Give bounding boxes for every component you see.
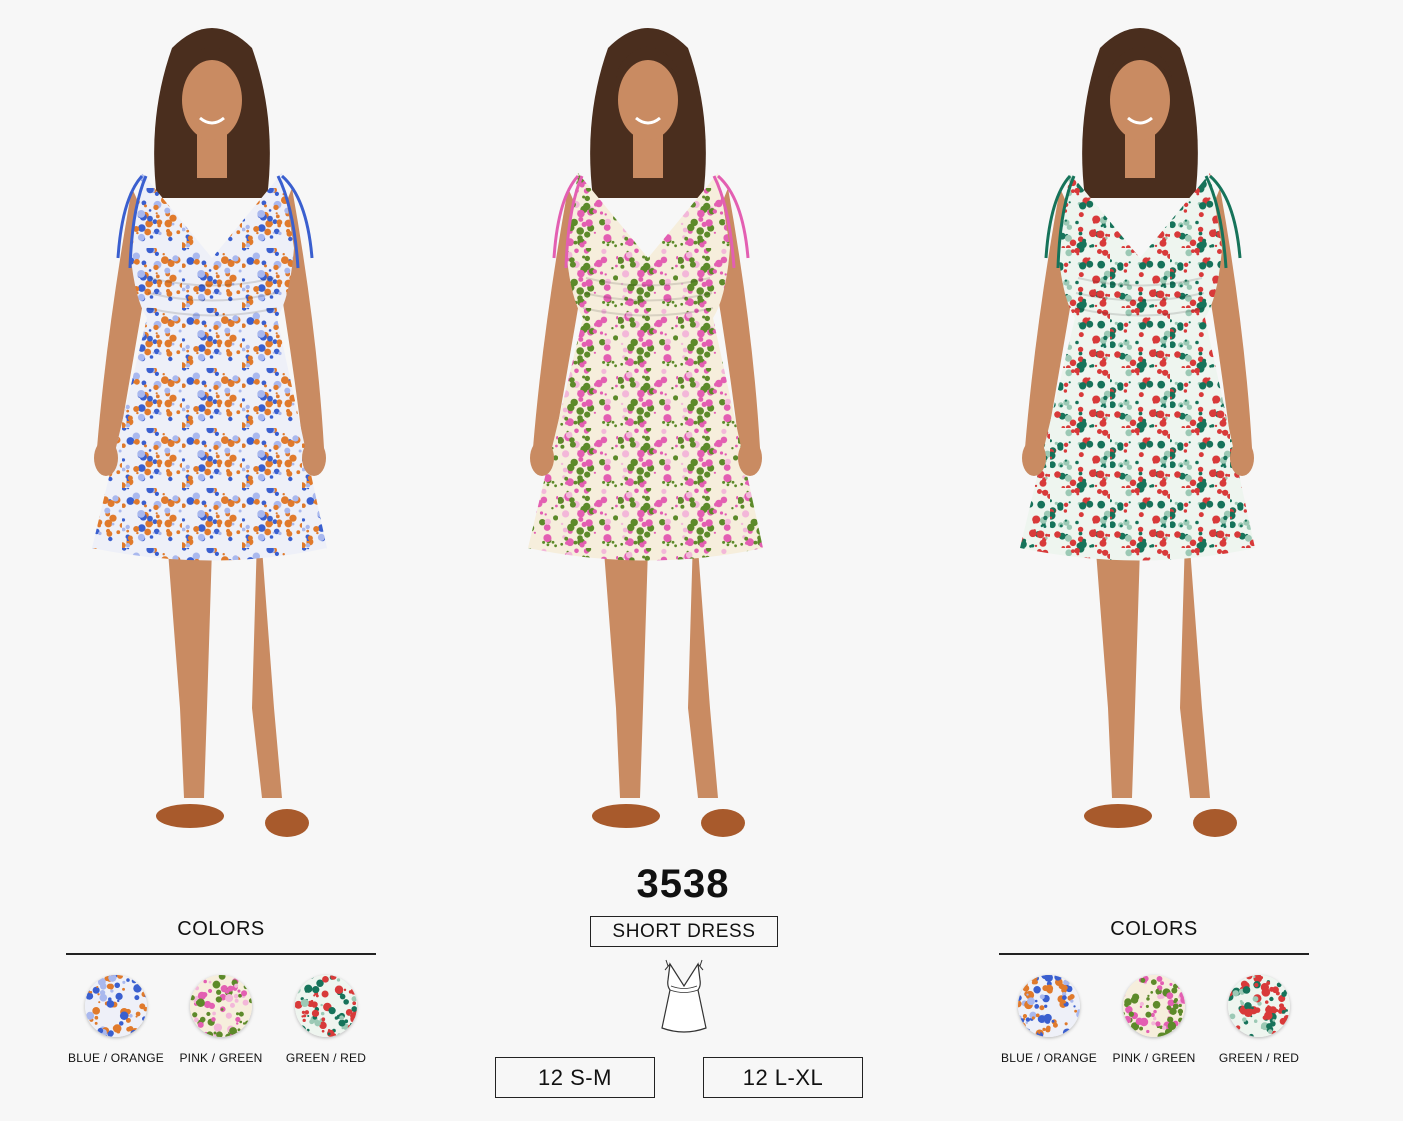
swatch-item-pink-green[interactable]: PINK / GREEN — [1104, 975, 1204, 1065]
swatch-pink-green — [190, 975, 252, 1037]
swatch-blue-orange — [1018, 975, 1080, 1037]
size-option-s-m[interactable]: 12 S-M — [495, 1057, 655, 1098]
colors-title: COLORS — [66, 918, 376, 955]
style-number-text: 3538 — [636, 862, 730, 906]
swatch-label: BLUE / ORANGE — [1001, 1051, 1097, 1065]
colors-panel-left: COLORS BLUE / ORANGE PINK / GREEN GREEN … — [66, 918, 376, 1065]
swatch-blue-orange — [85, 975, 147, 1037]
swatch-label: PINK / GREEN — [1112, 1051, 1196, 1065]
swatch-label: GREEN / RED — [285, 1051, 367, 1065]
swatch-green-red — [1228, 975, 1290, 1037]
swatch-item-pink-green[interactable]: PINK / GREEN — [171, 975, 271, 1065]
dress-sketch-icon — [661, 959, 707, 1033]
swatch-pink-green — [1123, 975, 1185, 1037]
swatch-label: GREEN / RED — [1218, 1051, 1300, 1065]
swatch-green-red — [295, 975, 357, 1037]
swatch-item-blue-orange[interactable]: BLUE / ORANGE — [66, 975, 166, 1065]
colors-panel-right: COLORS BLUE / ORANGE PINK / GREEN GREEN … — [999, 918, 1309, 1065]
swatch-label: BLUE / ORANGE — [68, 1051, 164, 1065]
swatch-item-blue-orange[interactable]: BLUE / ORANGE — [999, 975, 1099, 1065]
dress-type-label: SHORT DRESS — [590, 916, 778, 947]
model-photo-green-red — [990, 8, 1290, 858]
colors-title: COLORS — [999, 918, 1309, 955]
style-number: 3538 — [0, 862, 1366, 907]
model-photo-blue-orange — [62, 8, 362, 858]
swatch-item-green-red[interactable]: GREEN / RED — [1209, 975, 1309, 1065]
swatch-label: PINK / GREEN — [179, 1051, 263, 1065]
model-photo-pink-green — [498, 8, 798, 858]
size-option-l-xl[interactable]: 12 L-XL — [703, 1057, 863, 1098]
swatch-item-green-red[interactable]: GREEN / RED — [276, 975, 376, 1065]
